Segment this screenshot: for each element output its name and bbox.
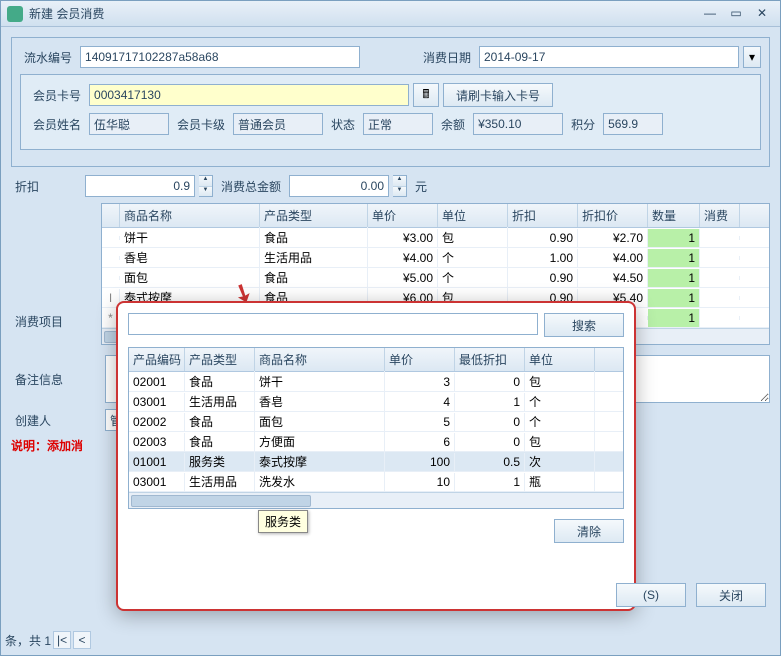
points-label: 积分 xyxy=(567,116,599,133)
pager-first[interactable]: |< xyxy=(53,631,71,649)
discount-spinner[interactable]: ▲▼ xyxy=(199,175,213,197)
calculator-button[interactable]: 🖩 xyxy=(413,83,439,107)
card-label: 会员卡号 xyxy=(29,87,85,104)
serial-label: 流水编号 xyxy=(20,49,76,66)
table-row[interactable]: 02002食品面包50个 xyxy=(129,412,623,432)
window-title: 新建 会员消费 xyxy=(29,5,696,22)
date-label: 消费日期 xyxy=(419,49,475,66)
level-label: 会员卡级 xyxy=(173,116,229,133)
popup-search-input[interactable] xyxy=(128,313,538,335)
header-panel: 流水编号 消费日期 ▾ 会员卡号 🖩 请刷卡输入卡号 会员姓名 会员卡级 xyxy=(11,37,770,167)
items-table-header: 商品名称 产品类型 单价 单位 折扣 折扣价 数量 消费 xyxy=(102,204,769,228)
name-field xyxy=(89,113,169,135)
table-row[interactable]: 03001生活用品洗发水101瓶 xyxy=(129,472,623,492)
total-input[interactable] xyxy=(289,175,389,197)
pager-prev[interactable]: < xyxy=(73,631,91,649)
table-row[interactable]: 03001生活用品香皂41个 xyxy=(129,392,623,412)
product-lookup-popup: 搜索 产品编码 产品类型 商品名称 单价 最低折扣 单位 02001食品饼干30… xyxy=(116,301,636,611)
total-label: 消费总金额 xyxy=(217,178,285,195)
items-section-label: 消费项目 xyxy=(11,203,101,345)
calculator-icon: 🖩 xyxy=(422,85,429,106)
discount-input[interactable] xyxy=(85,175,195,197)
table-row[interactable]: 01001服务类泰式按摩1000.5次 xyxy=(129,452,623,472)
save-button[interactable]: (S) xyxy=(616,583,686,607)
creator-label: 创建人 xyxy=(11,412,101,429)
popup-table-header: 产品编码 产品类型 商品名称 单价 最低折扣 单位 xyxy=(129,348,623,372)
table-row[interactable]: 饼干食品¥3.00包0.90¥2.701 xyxy=(102,228,769,248)
pager-text: 条，共 1 xyxy=(5,632,51,649)
name-label: 会员姓名 xyxy=(29,116,85,133)
app-icon xyxy=(7,6,23,22)
card-input[interactable] xyxy=(89,84,409,106)
balance-field xyxy=(473,113,563,135)
popup-clear-button[interactable]: 清除 xyxy=(554,519,624,543)
popup-table[interactable]: 产品编码 产品类型 商品名称 单价 最低折扣 单位 02001食品饼干30包03… xyxy=(128,347,624,509)
swipe-hint-button[interactable]: 请刷卡输入卡号 xyxy=(443,83,553,107)
pager: 条，共 1 |< < xyxy=(5,631,91,649)
status-label: 状态 xyxy=(327,116,359,133)
titlebar: 新建 会员消费 — ▭ ✕ xyxy=(1,1,780,27)
popup-search-button[interactable]: 搜索 xyxy=(544,313,624,337)
table-row[interactable]: 面包食品¥5.00个0.90¥4.501 xyxy=(102,268,769,288)
date-dropdown-icon[interactable]: ▾ xyxy=(743,46,761,68)
close-footer-button[interactable]: 关闭 xyxy=(696,583,766,607)
total-unit: 元 xyxy=(411,178,431,195)
discount-label: 折扣 xyxy=(11,178,81,195)
note-text: 说明：添加消 xyxy=(11,437,83,454)
remark-label: 备注信息 xyxy=(11,371,101,388)
total-spinner[interactable]: ▲▼ xyxy=(393,175,407,197)
table-row[interactable]: 02001食品饼干30包 xyxy=(129,372,623,392)
balance-label: 余额 xyxy=(437,116,469,133)
level-field xyxy=(233,113,323,135)
status-field xyxy=(363,113,433,135)
maximize-button[interactable]: ▭ xyxy=(724,6,748,22)
popup-hscroll[interactable] xyxy=(129,492,623,508)
table-row[interactable]: 02003食品方便面60包 xyxy=(129,432,623,452)
popup-tooltip: 服务类 xyxy=(258,510,308,533)
close-button[interactable]: ✕ xyxy=(750,6,774,22)
date-input[interactable] xyxy=(479,46,739,68)
minimize-button[interactable]: — xyxy=(698,6,722,22)
points-field xyxy=(603,113,663,135)
table-row[interactable]: 香皂生活用品¥4.00个1.00¥4.001 xyxy=(102,248,769,268)
serial-input[interactable] xyxy=(80,46,360,68)
